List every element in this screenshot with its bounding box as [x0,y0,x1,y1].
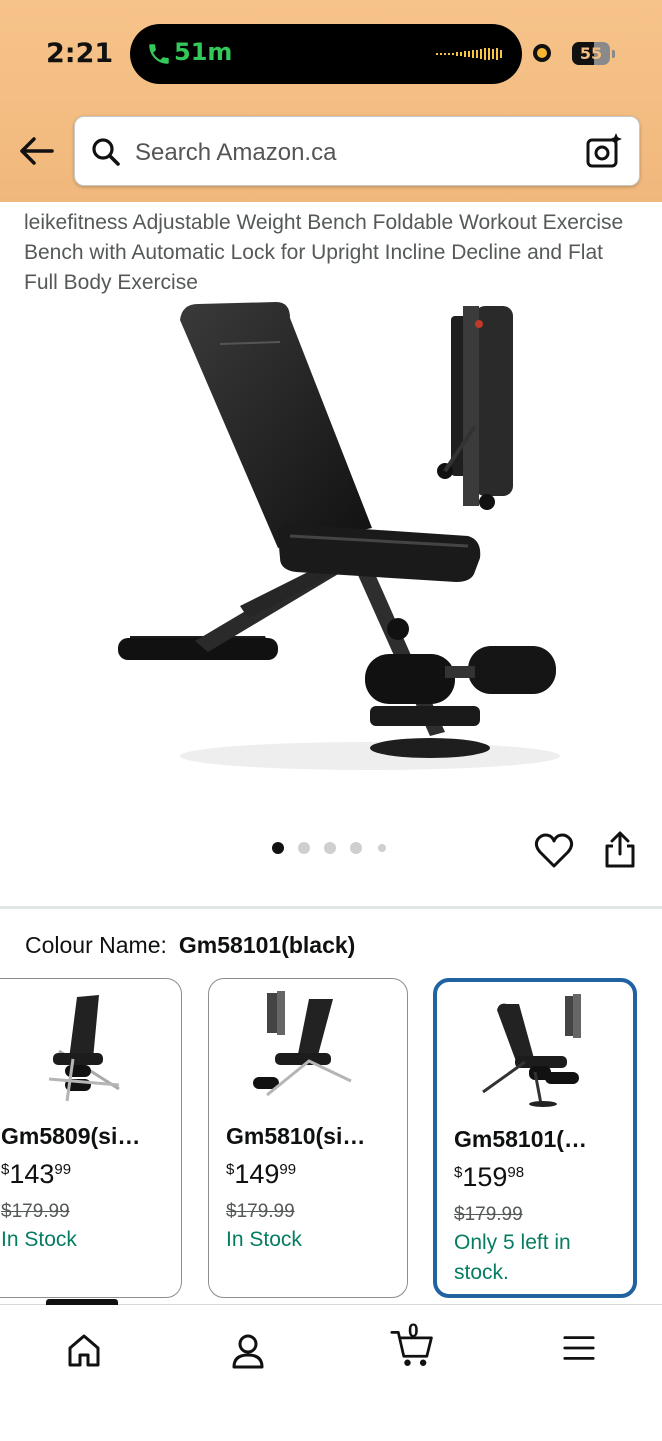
swatch-price: $14999 [226,1159,297,1189]
battery-level: 55 [579,44,603,63]
swatch-price: $14399 [1,1159,72,1189]
wishlist-heart-icon[interactable] [534,832,574,870]
swatch-price: $15998 [454,1162,525,1192]
carousel-dot[interactable] [350,842,362,854]
carousel-dot[interactable] [378,844,386,852]
swatch-stock: In Stock [226,1228,302,1251]
swatch-stock: Only 5 left in stock. [454,1231,571,1284]
swatch-name: Gm5809(si… [1,1123,141,1149]
active-tab-indicator [46,1299,118,1305]
home-icon[interactable] [64,1331,104,1371]
camera-search-icon[interactable] [585,131,625,171]
colour-selected-value: Gm58101(black) [178,932,356,958]
colour-name-row: Colour Name: Gm58101(black) [25,932,355,959]
dynamic-island[interactable]: 51m [130,24,522,84]
swatch-name: Gm58101(… [454,1126,587,1152]
share-icon[interactable] [603,830,637,870]
carousel-dot[interactable] [298,842,310,854]
cart-count: 0 [408,1321,419,1342]
phone-icon [149,44,169,64]
swatch-thumbnail [482,994,581,1107]
search-input[interactable]: Search Amazon.ca [135,139,336,167]
swatch-name: Gm5810(si… [226,1123,366,1149]
swatch-list-price: $179.99 [226,1201,295,1222]
back-arrow-icon[interactable] [18,134,56,168]
call-duration: 51m [174,38,233,66]
header: 2:21 51m 55 Search Amazon.ca [0,0,662,202]
bottom-navigation: 0 [0,1299,662,1441]
product-title[interactable]: leikefitness Adjustable Weight Bench Fol… [24,208,634,298]
swatch-thumbnail [48,995,120,1102]
recording-indicator [533,44,551,62]
cart-button[interactable]: 0 [388,1319,438,1369]
swatch-card-selected[interactable]: Gm58101(… $15998 $179.99 Only 5 left in … [433,978,637,1298]
audio-wave-icon [436,48,502,60]
section-divider [0,906,662,909]
swatch-card[interactable]: Gm5810(si… $14999 $179.99 In Stock [208,978,408,1298]
swatch-thumbnail [253,991,352,1097]
account-icon[interactable] [228,1331,268,1371]
swatch-stock: In Stock [1,1228,77,1251]
product-image[interactable] [90,296,580,796]
carousel-dot-active[interactable] [272,842,284,854]
colour-label: Colour Name: [25,932,167,958]
swatch-list-price: $179.99 [454,1204,523,1225]
status-time: 2:21 [46,38,114,69]
menu-icon[interactable] [562,1333,596,1363]
swatch-card[interactable]: Gm5809(si… $14399 $179.99 In Stock [0,978,182,1298]
search-bar[interactable]: Search Amazon.ca [74,116,640,186]
search-icon [92,138,120,166]
battery-icon: 55 [572,42,615,65]
carousel-dot[interactable] [324,842,336,854]
swatch-list-price: $179.99 [1,1201,70,1222]
